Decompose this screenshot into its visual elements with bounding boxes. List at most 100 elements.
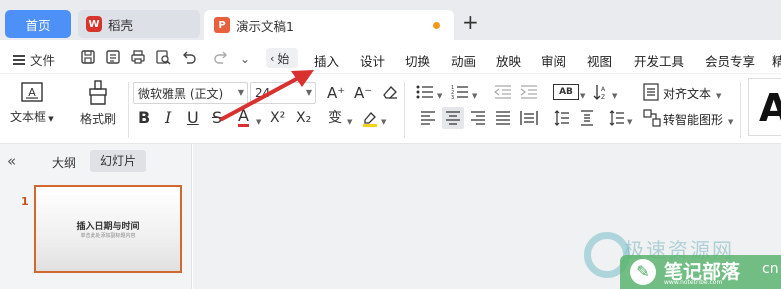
chevron-left-icon: ‹ (270, 51, 275, 65)
clear-format-icon[interactable] (381, 83, 399, 101)
presentation-icon: P (214, 17, 230, 33)
smart-shape-button[interactable]: 转智能图形 (663, 111, 723, 128)
menu-transition[interactable]: 切换 (405, 51, 430, 70)
font-name-select[interactable]: 微软雅黑 (正文) ▼ (133, 82, 248, 104)
menu-developer[interactable]: 开发工具 (634, 51, 684, 70)
redo-icon[interactable] (213, 49, 229, 65)
subscript-button[interactable]: X₂ (296, 110, 311, 126)
strikethrough-button[interactable]: S (212, 110, 222, 126)
slide-thumbnail[interactable]: 插入日期与时间 单击此处添加副标题内容 (34, 185, 182, 273)
menu-review[interactable]: 审阅 (541, 51, 566, 70)
align-center-button[interactable] (442, 107, 464, 129)
align-text-button[interactable]: 对齐文本 (663, 85, 711, 102)
file-menu-label: 文件 (30, 53, 56, 68)
align-right-icon[interactable] (470, 111, 486, 125)
new-tab-button[interactable]: + (462, 12, 479, 32)
divider (128, 82, 129, 138)
smart-shape-icon (643, 109, 661, 127)
menu-slideshow[interactable]: 放映 (496, 51, 521, 70)
divider (404, 82, 405, 138)
numbered-list-icon[interactable]: 123 (451, 84, 469, 100)
font-size-select[interactable]: 24 ▼ (250, 82, 316, 104)
phonetic-guide-button[interactable]: 变 (328, 110, 342, 126)
menu-animation[interactable]: 动画 (451, 51, 476, 70)
thumbnail-subtitle: 单击此处添加副标题内容 (80, 233, 136, 239)
smart-shape-dropdown-icon[interactable]: ▼ (728, 118, 733, 126)
paragraph-spacing-icon[interactable] (579, 110, 595, 126)
font-color-button[interactable]: A (238, 108, 249, 127)
format-painter-button[interactable]: 格式刷 (80, 80, 116, 127)
superscript-button[interactable]: X² (270, 110, 285, 126)
bold-button[interactable]: B (138, 110, 150, 126)
customize-toolbar-icon[interactable]: ⌄ (240, 52, 250, 66)
highlight-icon[interactable] (361, 109, 379, 127)
textbox-button[interactable]: A 文本框 ▼ (10, 80, 54, 125)
numbered-dropdown-icon[interactable]: ▼ (472, 92, 477, 100)
tab-daoke[interactable]: W 稻壳 (78, 10, 200, 38)
scroll-back-button[interactable]: ‹ 始 (266, 48, 298, 68)
menu-start-label: 始 (277, 51, 290, 66)
phonetic-dropdown-icon[interactable]: ▼ (347, 118, 352, 126)
underline-button[interactable]: U (187, 110, 199, 126)
highlight-dropdown-icon[interactable]: ▼ (381, 118, 386, 126)
menu-bar: 文件 ▼ ⌄ ‹ 始 插入 设计 切换 动画 放映 审阅 视图 开发工具 会员专… (0, 40, 781, 103)
file-menu[interactable]: 文件 (13, 50, 55, 69)
column-spacing-icon[interactable] (609, 110, 625, 126)
svg-text:A: A (601, 86, 606, 93)
justify-icon[interactable] (495, 111, 511, 125)
line-spacing-icon[interactable] (554, 110, 570, 126)
tab-home[interactable]: 首页 (5, 10, 71, 38)
font-size-value: 24 (255, 86, 271, 100)
textbox-label: 文本框 ▼ (10, 110, 54, 124)
align-left-icon[interactable] (420, 111, 436, 125)
sort-icon[interactable]: AZ (593, 83, 609, 101)
increase-indent-icon[interactable] (520, 84, 538, 100)
italic-button[interactable]: I (165, 110, 171, 126)
distribute-icon[interactable] (520, 110, 538, 126)
svg-text:Z: Z (601, 94, 605, 101)
daoke-logo-icon: W (86, 16, 102, 32)
slide-number: 1 (21, 195, 29, 208)
textbox-icon: A (21, 82, 43, 102)
undo-icon[interactable] (181, 49, 197, 65)
collapse-panel-icon[interactable]: « (7, 152, 16, 170)
tab-document-label: 演示文稿1 (236, 18, 294, 34)
menu-member[interactable]: 会员专享 (705, 51, 755, 70)
menu-design[interactable]: 设计 (360, 51, 385, 70)
watermark-tld: cn (762, 261, 779, 277)
print-preview-icon[interactable] (155, 49, 171, 65)
spacing-dropdown-icon[interactable]: ▼ (627, 118, 632, 126)
align-text-dropdown-icon[interactable]: ▼ (716, 92, 721, 100)
bullet-list-icon[interactable] (416, 84, 434, 100)
export-pdf-icon[interactable] (105, 49, 121, 65)
print-icon[interactable] (130, 49, 146, 65)
chevron-down-icon: ▼ (305, 88, 312, 97)
slide-panel: « 大纲 幻灯片 1 插入日期与时间 单击此处添加副标题内容 (0, 144, 192, 289)
decrease-indent-icon[interactable] (494, 84, 512, 100)
increase-font-icon[interactable]: A⁺ (327, 85, 345, 101)
menu-insert[interactable]: 插入 (314, 51, 339, 70)
text-style-preview[interactable]: A (748, 78, 781, 136)
outline-tab[interactable]: 大纲 (52, 154, 76, 171)
format-painter-label: 格式刷 (80, 112, 117, 126)
pen-icon: ✎ (630, 259, 656, 285)
title-tab-bar: 首页 W 稻壳 P 演示文稿1 + (0, 0, 781, 40)
sort-dropdown-icon[interactable]: ▼ (612, 92, 617, 100)
font-name-value: 微软雅黑 (正文) (138, 86, 224, 101)
text-direction-dropdown-icon[interactable]: ▼ (580, 92, 585, 100)
svg-text:3: 3 (451, 95, 454, 100)
save-icon[interactable] (80, 49, 96, 65)
menu-more[interactable]: 精 (772, 51, 781, 70)
decrease-font-icon[interactable]: A⁻ (354, 85, 372, 101)
slides-tab[interactable]: 幻灯片 (90, 150, 146, 172)
unsaved-indicator (433, 22, 440, 29)
font-color-dropdown-icon[interactable]: ▼ (256, 118, 261, 126)
thumbnail-title: 插入日期与时间 (76, 222, 140, 232)
hamburger-icon (13, 54, 25, 65)
watermark-url: www.notetribe.com (664, 279, 723, 286)
text-direction-icon[interactable]: AB (553, 84, 579, 100)
align-text-icon (643, 83, 659, 101)
menu-view[interactable]: 视图 (587, 51, 612, 70)
bullet-dropdown-icon[interactable]: ▼ (437, 92, 442, 100)
tab-document[interactable]: P 演示文稿1 (204, 10, 454, 40)
